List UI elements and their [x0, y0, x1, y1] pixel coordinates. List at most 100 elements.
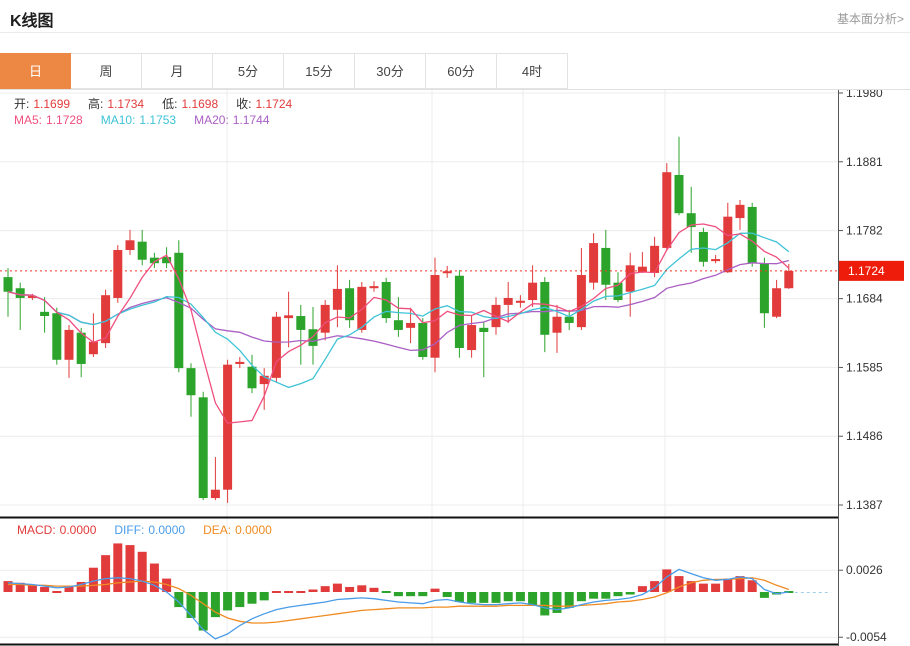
tab-interval-5[interactable]: 30分: [355, 53, 426, 89]
macd-bar: [699, 584, 708, 592]
macd-bar: [418, 592, 427, 596]
candle-body: [89, 342, 98, 355]
candle-body: [4, 277, 13, 292]
macd-bar: [101, 555, 110, 592]
macd-bar: [443, 592, 452, 597]
candle-body: [333, 289, 342, 310]
macd-bar: [723, 579, 732, 592]
candle-body: [211, 490, 220, 498]
macd-bar: [113, 543, 122, 592]
candle-body: [77, 333, 86, 364]
macd-bar: [675, 576, 684, 592]
candle-body: [699, 232, 708, 262]
candle-body: [650, 246, 659, 273]
candle-body: [601, 248, 610, 285]
macd-bar: [626, 592, 635, 595]
price-tick-label: 1.1486: [846, 429, 883, 443]
tab-interval-3[interactable]: 5分: [213, 53, 284, 89]
legend-item: DEA:0.0000: [203, 523, 276, 537]
candle-body: [504, 298, 513, 305]
tab-interval-7[interactable]: 4时: [497, 53, 568, 89]
macd-bar: [638, 586, 647, 592]
candle-body: [187, 368, 196, 395]
candle-body: [479, 328, 488, 332]
macd-bar: [504, 592, 513, 601]
tab-interval-1[interactable]: 周: [71, 53, 142, 89]
macd-bar: [406, 592, 415, 596]
macd-bar: [333, 584, 342, 592]
widget-header: K线图 基本面分析>: [0, 0, 910, 33]
candle-body: [65, 330, 74, 360]
ohlc-legend: 开:1.1699高:1.1734低:1.1698收:1.1724: [14, 95, 310, 112]
macd-bar: [199, 592, 208, 631]
fundamental-analysis-link[interactable]: 基本面分析>: [837, 10, 904, 27]
diff-line: [8, 569, 789, 639]
candle-body: [565, 317, 574, 323]
candle-body: [784, 271, 793, 288]
candle-body: [662, 172, 671, 248]
current-price-label: 1.1724: [848, 264, 885, 278]
candle-body: [113, 250, 122, 298]
macd-bar: [357, 585, 366, 592]
candle-body: [248, 367, 257, 389]
candle-body: [235, 362, 244, 364]
candle-body: [174, 253, 183, 368]
candle-body: [296, 316, 305, 330]
candle-body: [40, 312, 49, 316]
candle-body: [528, 283, 537, 300]
candle-body: [589, 243, 598, 283]
tab-interval-0[interactable]: 日: [0, 53, 71, 89]
macd-bar: [601, 592, 610, 599]
macd-bar: [138, 552, 147, 592]
candle-body: [52, 313, 61, 360]
candle-body: [284, 315, 293, 318]
price-tick-label: 1.1782: [846, 224, 883, 238]
ma-legend: MA5:1.1728MA10:1.1753MA20:1.1744: [14, 113, 288, 127]
candle-body: [406, 323, 415, 328]
tab-interval-6[interactable]: 60分: [426, 53, 497, 89]
macd-bar: [650, 581, 659, 592]
candle-body: [126, 240, 135, 250]
candle-body: [16, 288, 25, 298]
macd-bar: [528, 592, 537, 605]
macd-bar: [40, 587, 49, 592]
macd-bar: [309, 589, 318, 592]
interval-tabbar: 日周月5分15分30分60分4时: [0, 53, 910, 90]
macd-bar: [492, 592, 501, 603]
candle-body: [772, 288, 781, 316]
candle-body: [516, 301, 525, 303]
tab-interval-2[interactable]: 月: [142, 53, 213, 89]
tab-interval-4[interactable]: 15分: [284, 53, 355, 89]
macd-bar: [479, 592, 488, 603]
macd-bar: [577, 592, 586, 601]
candle-body: [553, 317, 562, 333]
candle-body: [199, 397, 208, 498]
macd-bar: [248, 592, 257, 604]
macd-bar: [431, 589, 440, 592]
candle-body: [626, 265, 635, 291]
macd-bar: [614, 592, 623, 596]
price-tick-label: 1.1684: [846, 292, 883, 306]
macd-bar: [589, 592, 598, 599]
kline-widget: K线图 基本面分析> 日周月5分15分30分60分4时 1.19801.1881…: [0, 0, 910, 646]
price-tick-label: 1.1881: [846, 155, 883, 169]
candle-body: [138, 242, 147, 260]
macd-bar: [540, 592, 549, 615]
macd-tick-label: 0.0026: [846, 563, 883, 577]
macd-bar: [296, 591, 305, 593]
macd-bar: [284, 591, 293, 593]
candle-body: [321, 305, 330, 333]
macd-bar: [370, 588, 379, 592]
macd-bar: [394, 592, 403, 596]
candle-body: [748, 207, 757, 263]
candle-body: [443, 271, 452, 273]
legend-item: MA10:1.1753: [101, 113, 180, 127]
macd-bar: [223, 592, 232, 610]
macd-bar: [662, 569, 671, 592]
legend-item: MA5:1.1728: [14, 113, 87, 127]
candle-body: [370, 286, 379, 288]
macd-bar: [516, 592, 525, 601]
macd-tick-label: -0.0054: [846, 630, 887, 644]
macd-bar: [272, 591, 281, 593]
dea-line: [8, 578, 789, 623]
